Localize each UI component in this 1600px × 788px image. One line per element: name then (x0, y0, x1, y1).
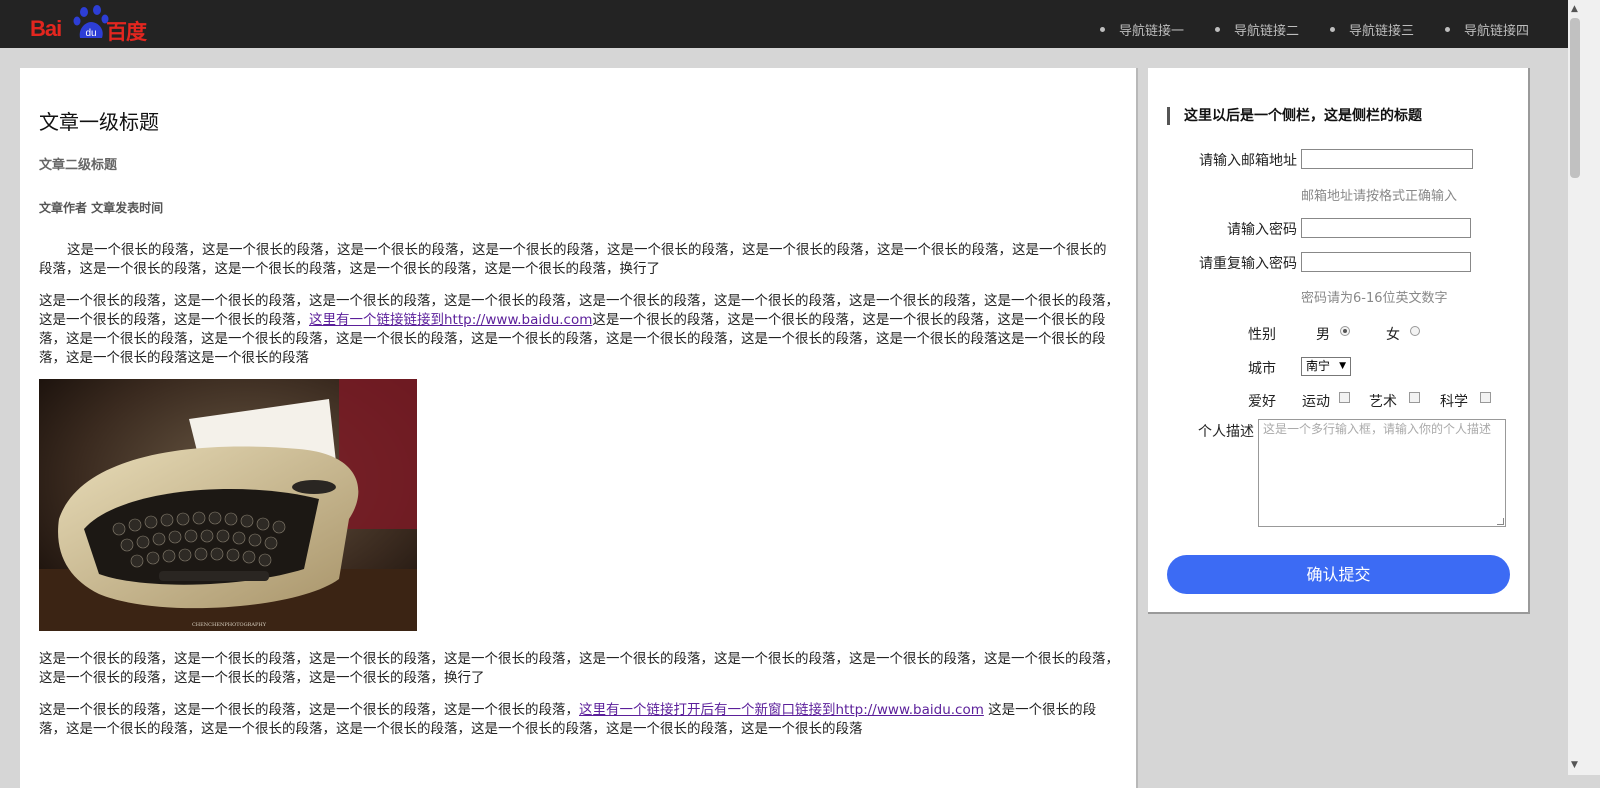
bullet-icon (1215, 27, 1221, 32)
baidu-link[interactable]: 这里有一个链接链接到http://www.baidu.com (309, 312, 592, 328)
paw-text: du (85, 28, 96, 39)
logo-chinese-text: 百度 (106, 20, 147, 44)
vertical-scrollbar[interactable]: ▲ ▼ (1568, 0, 1600, 775)
city-select[interactable]: 南宁 ▼ (1301, 357, 1351, 376)
paragraph-3: 这是一个很长的段落，这是一个很长的段落，这是一个很长的段落，这是一个很长的段落，… (39, 651, 1119, 686)
nav-link-1[interactable]: 导航链接一 (1100, 20, 1184, 39)
bullet-icon (1445, 27, 1451, 32)
paragraph-4: 这是一个很长的段落，这是一个很长的段落，这是一个很长的段落，这是一个很长的段落，… (39, 701, 1119, 739)
gender-label: 性别 (1248, 327, 1276, 343)
hobby-sport-checkbox[interactable] (1339, 392, 1350, 403)
sidebar-title: 这里以后是一个侧栏，这是侧栏的标题 (1167, 107, 1422, 125)
typewriter-photo: CHENCHENPHOTOGRAPHY (39, 379, 417, 631)
nav-links: 导航链接一 导航链接二 导航链接三 导航链接四 (1100, 20, 1560, 39)
description-textarea[interactable]: 这是一个多行输入框，请输入你的个人描述 (1258, 419, 1506, 527)
chevron-down-icon: ▼ (1339, 361, 1346, 371)
baidu-logo[interactable]: Bai du 百度 (28, 4, 148, 44)
top-nav-bar: Bai du 百度 导航链接一 导航链接二 导航链接三 导航链接四 (0, 0, 1568, 48)
hobby-art-checkbox[interactable] (1409, 392, 1420, 403)
gender-female-radio[interactable] (1410, 326, 1420, 336)
logo-latin-text: Bai (30, 16, 62, 41)
nav-link-3[interactable]: 导航链接三 (1330, 20, 1414, 39)
bullet-icon (1100, 27, 1105, 32)
password-label: 请输入密码 (1227, 222, 1297, 238)
email-label: 请输入邮箱地址 (1199, 153, 1297, 169)
repeat-password-field[interactable] (1301, 252, 1471, 272)
resize-grip-icon[interactable] (1497, 518, 1504, 525)
description-label: 个人描述 (1198, 424, 1254, 440)
nav-link-label: 导航链接三 (1349, 24, 1415, 39)
nav-link-label: 导航链接二 (1234, 24, 1300, 39)
paragraph-1: 这是一个很长的段落，这是一个很长的段落，这是一个很长的段落，这是一个很长的段落，… (39, 242, 1107, 277)
gender-male-radio[interactable] (1340, 326, 1350, 336)
hobby-science-checkbox[interactable] (1480, 392, 1491, 403)
bullet-icon (1330, 27, 1336, 32)
email-field[interactable] (1301, 149, 1473, 169)
gender-female-label: 女 (1386, 327, 1400, 343)
paragraph-text: 这是一个很长的段落，这是一个很长的段落，这是一个很长的段落，这是一个很长的段落， (39, 702, 579, 718)
article-panel: 文章一级标题 文章二级标题 文章作者 文章发表时间 这是一个很长的段落，这是一个… (20, 68, 1138, 788)
gender-male-label: 男 (1316, 327, 1330, 343)
baidu-new-window-link[interactable]: 这里有一个链接打开后有一个新窗口链接到http://www.baidu.com (579, 702, 984, 718)
article-meta: 文章作者 文章发表时间 (39, 201, 164, 215)
paragraph-2: 这是一个很长的段落，这是一个很长的段落，这是一个很长的段落，这是一个很长的段落，… (39, 292, 1119, 368)
submit-button[interactable]: 确认提交 (1167, 555, 1510, 594)
nav-link-2[interactable]: 导航链接二 (1215, 20, 1299, 39)
sidebar-panel: 这里以后是一个侧栏，这是侧栏的标题 请输入邮箱地址 邮箱地址请按格式正确输入 请… (1148, 68, 1530, 614)
article-subtitle: 文章二级标题 (39, 158, 118, 173)
hobby-sport-label: 运动 (1302, 394, 1330, 410)
password-hint: 密码请为6-16位英文数字 (1301, 291, 1448, 306)
email-hint: 邮箱地址请按格式正确输入 (1301, 189, 1458, 204)
scroll-up-icon[interactable]: ▲ (1571, 4, 1578, 14)
description-placeholder: 这是一个多行输入框，请输入你的个人描述 (1263, 422, 1492, 436)
hobby-art-label: 艺术 (1369, 394, 1397, 410)
password-field[interactable] (1301, 218, 1471, 238)
nav-link-4[interactable]: 导航链接四 (1445, 20, 1529, 39)
typewriter-image: CHENCHENPHOTOGRAPHY (39, 379, 417, 631)
photo-watermark: CHENCHENPHOTOGRAPHY (192, 622, 267, 628)
nav-link-label: 导航链接一 (1119, 24, 1185, 39)
article-title: 文章一级标题 (39, 110, 159, 134)
nav-link-label: 导航链接四 (1464, 24, 1530, 39)
city-label: 城市 (1248, 361, 1276, 377)
scroll-down-icon[interactable]: ▼ (1571, 760, 1578, 770)
hobby-science-label: 科学 (1440, 394, 1468, 410)
scrollbar-thumb[interactable] (1570, 18, 1580, 178)
hobby-label: 爱好 (1248, 394, 1276, 410)
repeat-password-label: 请重复输入密码 (1199, 256, 1297, 272)
city-select-value: 南宁 (1306, 359, 1331, 373)
